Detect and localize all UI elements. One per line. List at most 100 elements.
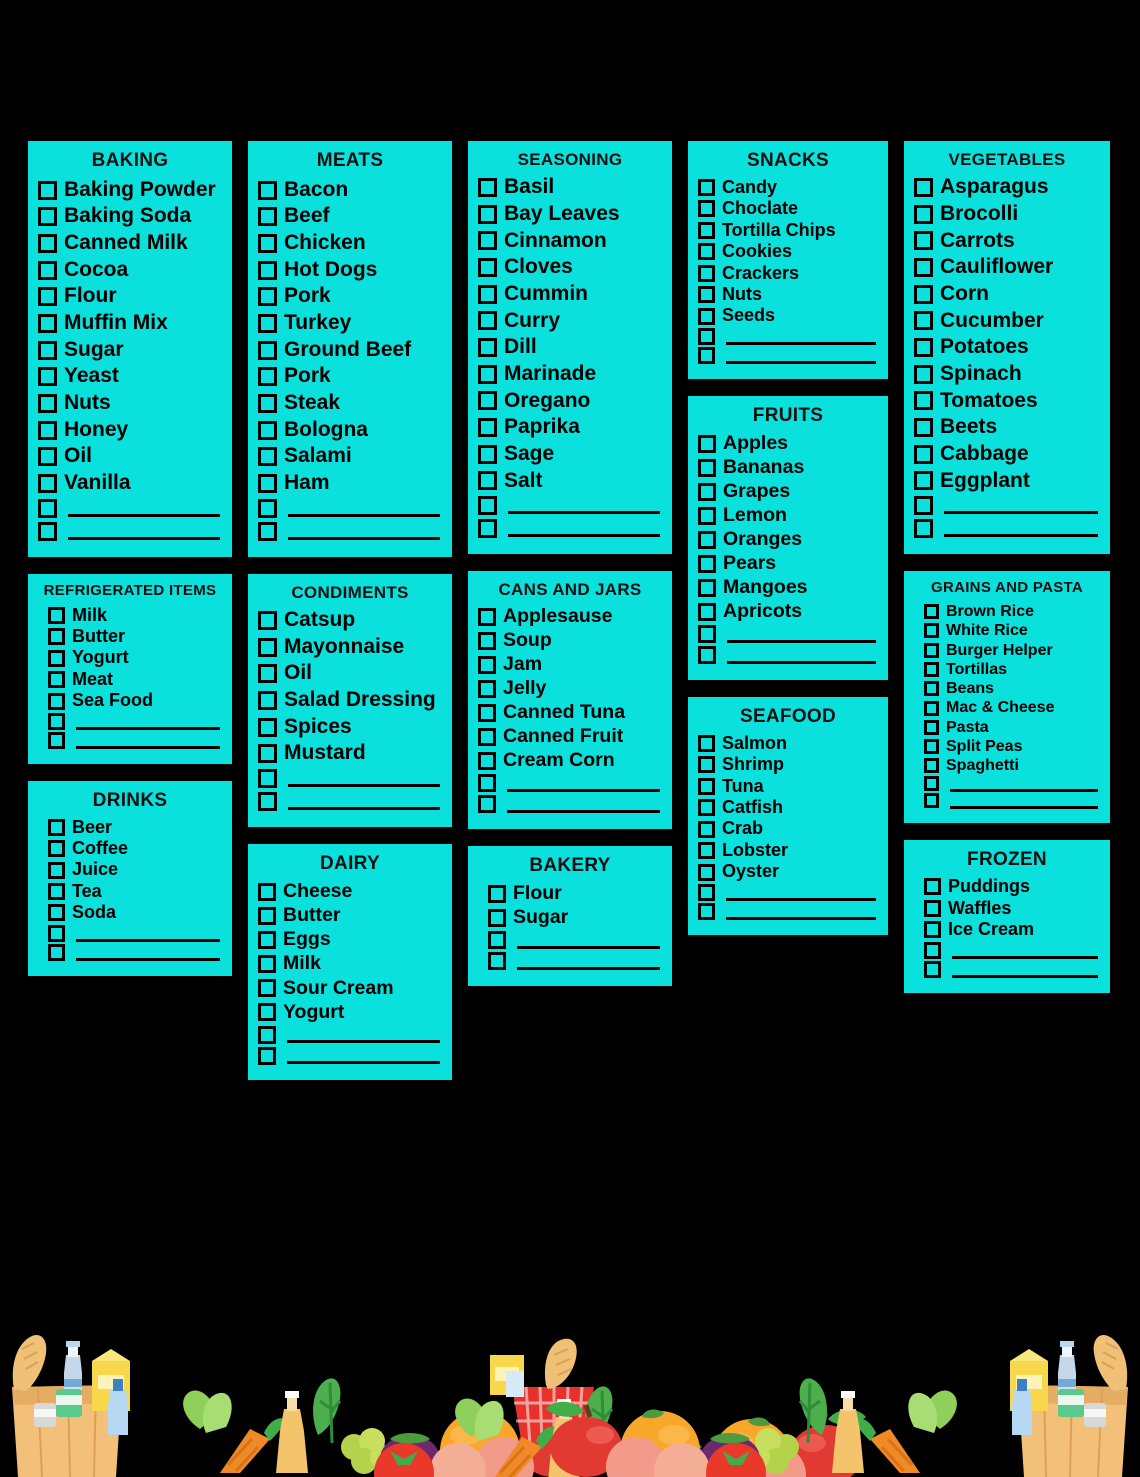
checklist-item[interactable]: Soda xyxy=(38,902,222,923)
checkbox-icon[interactable] xyxy=(914,338,933,358)
write-in-line[interactable] xyxy=(952,955,1098,959)
checkbox-icon[interactable] xyxy=(38,340,57,360)
checkbox-icon[interactable] xyxy=(698,346,715,364)
checkbox-icon[interactable] xyxy=(48,649,65,667)
checklist-item[interactable]: Curry xyxy=(478,308,662,335)
write-in-line[interactable] xyxy=(507,809,660,813)
checklist-item[interactable]: Soup xyxy=(478,629,662,653)
checklist-item[interactable]: White Rice xyxy=(914,621,1100,640)
checklist-item[interactable]: Salami xyxy=(258,443,442,470)
checkbox-icon[interactable] xyxy=(258,744,277,764)
checkbox-icon[interactable] xyxy=(488,884,506,903)
checkbox-icon[interactable] xyxy=(478,727,496,746)
checkbox-icon[interactable] xyxy=(698,307,715,325)
checkbox-icon[interactable] xyxy=(258,717,277,737)
checkbox-icon[interactable] xyxy=(698,646,716,665)
checklist-blank-row[interactable] xyxy=(698,645,878,666)
checklist-item[interactable]: Cocoa xyxy=(38,257,222,284)
checkbox-icon[interactable] xyxy=(924,899,941,917)
checklist-item[interactable]: Paprika xyxy=(478,414,662,441)
checklist-item[interactable]: Marinade xyxy=(478,361,662,388)
checkbox-icon[interactable] xyxy=(698,264,715,282)
checklist-item[interactable]: Catsup xyxy=(258,607,442,634)
checklist-blank-row[interactable] xyxy=(258,520,442,543)
write-in-line[interactable] xyxy=(726,916,876,920)
write-in-line[interactable] xyxy=(726,897,876,901)
write-in-line[interactable] xyxy=(727,660,876,664)
checklist-blank-row[interactable] xyxy=(258,767,442,790)
write-in-line[interactable] xyxy=(76,938,220,942)
checklist-item[interactable]: Asparagus xyxy=(914,174,1100,201)
checkbox-icon[interactable] xyxy=(258,447,277,467)
checkbox-icon[interactable] xyxy=(258,882,276,901)
checklist-item[interactable]: Choclate xyxy=(698,198,878,219)
checkbox-icon[interactable] xyxy=(48,712,65,730)
checklist-item[interactable]: Cummin xyxy=(478,281,662,308)
checkbox-icon[interactable] xyxy=(48,943,65,961)
checkbox-icon[interactable] xyxy=(48,671,65,689)
checkbox-icon[interactable] xyxy=(38,447,57,467)
checkbox-icon[interactable] xyxy=(698,842,715,860)
checkbox-icon[interactable] xyxy=(38,473,57,493)
checkbox-icon[interactable] xyxy=(924,941,941,959)
checkbox-icon[interactable] xyxy=(914,519,933,539)
checklist-blank-row[interactable] xyxy=(38,943,222,962)
checklist-item[interactable]: Shrimp xyxy=(698,754,878,775)
checklist-item[interactable]: Mayonnaise xyxy=(258,634,442,661)
checklist-blank-row[interactable] xyxy=(914,792,1100,810)
checklist-item[interactable]: Canned Fruit xyxy=(478,725,662,749)
checkbox-icon[interactable] xyxy=(478,178,497,198)
checklist-item[interactable]: Cinnamon xyxy=(478,228,662,255)
checkbox-icon[interactable] xyxy=(48,840,65,858)
checklist-item[interactable]: Butter xyxy=(258,904,442,928)
checklist-item[interactable]: Cabbage xyxy=(914,441,1100,468)
checklist-item[interactable]: Eggplant xyxy=(914,468,1100,495)
write-in-line[interactable] xyxy=(950,806,1098,810)
checklist-blank-row[interactable] xyxy=(478,517,662,540)
checkbox-icon[interactable] xyxy=(258,521,277,541)
checklist-item[interactable]: Coffee xyxy=(38,838,222,859)
checkbox-icon[interactable] xyxy=(478,607,496,626)
checklist-blank-row[interactable] xyxy=(258,790,442,813)
checkbox-icon[interactable] xyxy=(914,471,933,491)
checklist-item[interactable]: Puddings xyxy=(914,876,1100,897)
checklist-item[interactable]: Jelly xyxy=(478,677,662,701)
write-in-line[interactable] xyxy=(288,513,440,517)
checkbox-icon[interactable] xyxy=(478,631,496,650)
checkbox-icon[interactable] xyxy=(258,769,277,789)
checkbox-icon[interactable] xyxy=(488,931,506,950)
checkbox-icon[interactable] xyxy=(698,883,715,901)
checklist-blank-row[interactable] xyxy=(914,517,1100,540)
checkbox-icon[interactable] xyxy=(258,979,276,998)
write-in-line[interactable] xyxy=(727,639,876,643)
checkbox-icon[interactable] xyxy=(488,908,506,927)
checkbox-icon[interactable] xyxy=(698,902,715,920)
checklist-item[interactable]: Cheese xyxy=(258,880,442,904)
checkbox-icon[interactable] xyxy=(258,610,277,630)
checklist-item[interactable]: Milk xyxy=(38,605,222,626)
checkbox-icon[interactable] xyxy=(478,231,497,251)
checklist-item[interactable]: Meat xyxy=(38,669,222,690)
checklist-item[interactable]: Bananas xyxy=(698,456,878,480)
checklist-item[interactable]: Apples xyxy=(698,432,878,456)
checklist-blank-row[interactable] xyxy=(38,497,222,520)
checklist-item[interactable]: Candy xyxy=(698,177,878,198)
checkbox-icon[interactable] xyxy=(698,200,715,218)
checkbox-icon[interactable] xyxy=(478,774,496,793)
checklist-item[interactable]: Burger Helper xyxy=(914,641,1100,660)
checkbox-icon[interactable] xyxy=(924,719,939,735)
checkbox-icon[interactable] xyxy=(698,820,715,838)
checklist-item[interactable]: Vanilla xyxy=(38,470,222,497)
checklist-item[interactable]: Oyster xyxy=(698,861,878,882)
checkbox-icon[interactable] xyxy=(48,628,65,646)
checkbox-icon[interactable] xyxy=(38,260,57,280)
write-in-line[interactable] xyxy=(76,745,220,749)
checkbox-icon[interactable] xyxy=(478,444,497,464)
checklist-item[interactable]: Chicken xyxy=(258,230,442,257)
checkbox-icon[interactable] xyxy=(698,482,716,501)
write-in-line[interactable] xyxy=(288,807,440,811)
checkbox-icon[interactable] xyxy=(924,921,941,939)
checklist-item[interactable]: Applesause xyxy=(478,605,662,629)
checklist-item[interactable]: Yogurt xyxy=(258,1000,442,1024)
checklist-item[interactable]: Cucumber xyxy=(914,308,1100,335)
